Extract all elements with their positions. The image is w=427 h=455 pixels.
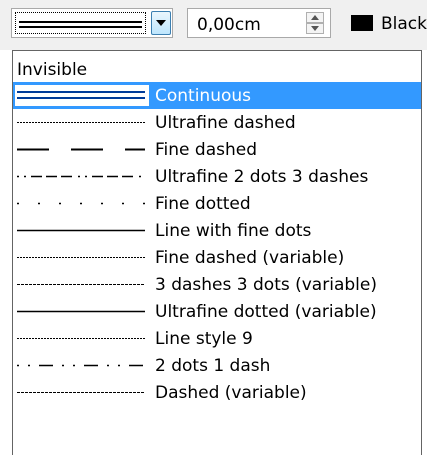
ultrafine-dotted-variable-line-icon [17,310,145,313]
spin-down-button[interactable] [306,23,324,34]
2-dots-1-dash-line-icon [17,364,145,367]
line-style-combobox[interactable] [11,8,173,38]
line-style-label: Invisible [17,60,88,80]
line-style-option[interactable]: Fine dashed (variable) [13,244,421,271]
line-style-option[interactable]: Ultrafine dotted (variable) [13,298,421,325]
line-style-preview [15,12,146,34]
color-swatch [351,15,373,31]
line-color-combobox[interactable]: Black [345,8,427,38]
line-style-label: 3 dashes 3 dots (variable) [155,275,377,295]
continuous-line-icon [15,85,149,106]
line-style-label: Fine dashed (variable) [155,248,345,268]
chevron-down-icon [156,20,166,26]
ultrafine-2-dots-3-dashes-line-icon [17,175,145,178]
line-style-label: Line style 9 [155,329,253,349]
line-style-option[interactable]: Line with fine dots [13,217,421,244]
line-style-label: Dashed (variable) [155,383,307,403]
line-with-fine-dots-icon [17,229,145,232]
line-width-value[interactable]: 0,00cm [197,15,261,35]
line-style-option[interactable]: Continuous [13,82,421,109]
line-style-label: Fine dotted [155,194,251,214]
line-style-list[interactable]: Invisible Continuous Ultrafine dashed Fine … [12,50,422,455]
fine-dotted-line-icon [17,202,145,205]
line-style-option[interactable]: Dashed (variable) [13,379,421,406]
line-toolbar: 0,00cm Black [0,0,427,50]
line-style-label: Ultrafine dotted (variable) [155,302,377,322]
line-width-spin-buttons [306,12,324,34]
line-color-label: Black [381,14,427,34]
line-style-option[interactable]: Ultrafine dashed [13,109,421,136]
line-style-option[interactable]: 2 dots 1 dash [13,352,421,379]
line-style-label: Fine dashed [155,140,257,160]
arrow-down-icon [311,26,319,31]
ultrafine-dashed-line-icon [17,122,145,123]
arrow-up-icon [311,15,319,20]
dashed-variable-line-icon [17,392,145,393]
line-width-spinbox[interactable]: 0,00cm [187,8,331,38]
spin-up-button[interactable] [306,12,324,23]
line-style-label: Continuous [155,86,252,106]
fine-dashed-line-icon [17,148,145,151]
line-style-label: 2 dots 1 dash [155,356,271,376]
line-style-option[interactable]: Line style 9 [13,325,421,352]
line-style-option[interactable]: Invisible [13,55,421,82]
line-style-option[interactable]: Ultrafine 2 dots 3 dashes [13,163,421,190]
line-style-option[interactable]: Fine dashed [13,136,421,163]
line-style-9-icon [17,338,145,339]
3-dashes-3-dots-variable-line-icon [17,284,145,285]
line-style-label: Line with fine dots [155,221,312,241]
line-style-option[interactable]: 3 dashes 3 dots (variable) [13,271,421,298]
fine-dashed-variable-line-icon [17,257,145,258]
line-style-label: Ultrafine dashed [155,113,296,133]
line-style-label: Ultrafine 2 dots 3 dashes [155,167,369,187]
line-style-dropdown-button[interactable] [151,11,171,35]
line-style-option[interactable]: Fine dotted [13,190,421,217]
